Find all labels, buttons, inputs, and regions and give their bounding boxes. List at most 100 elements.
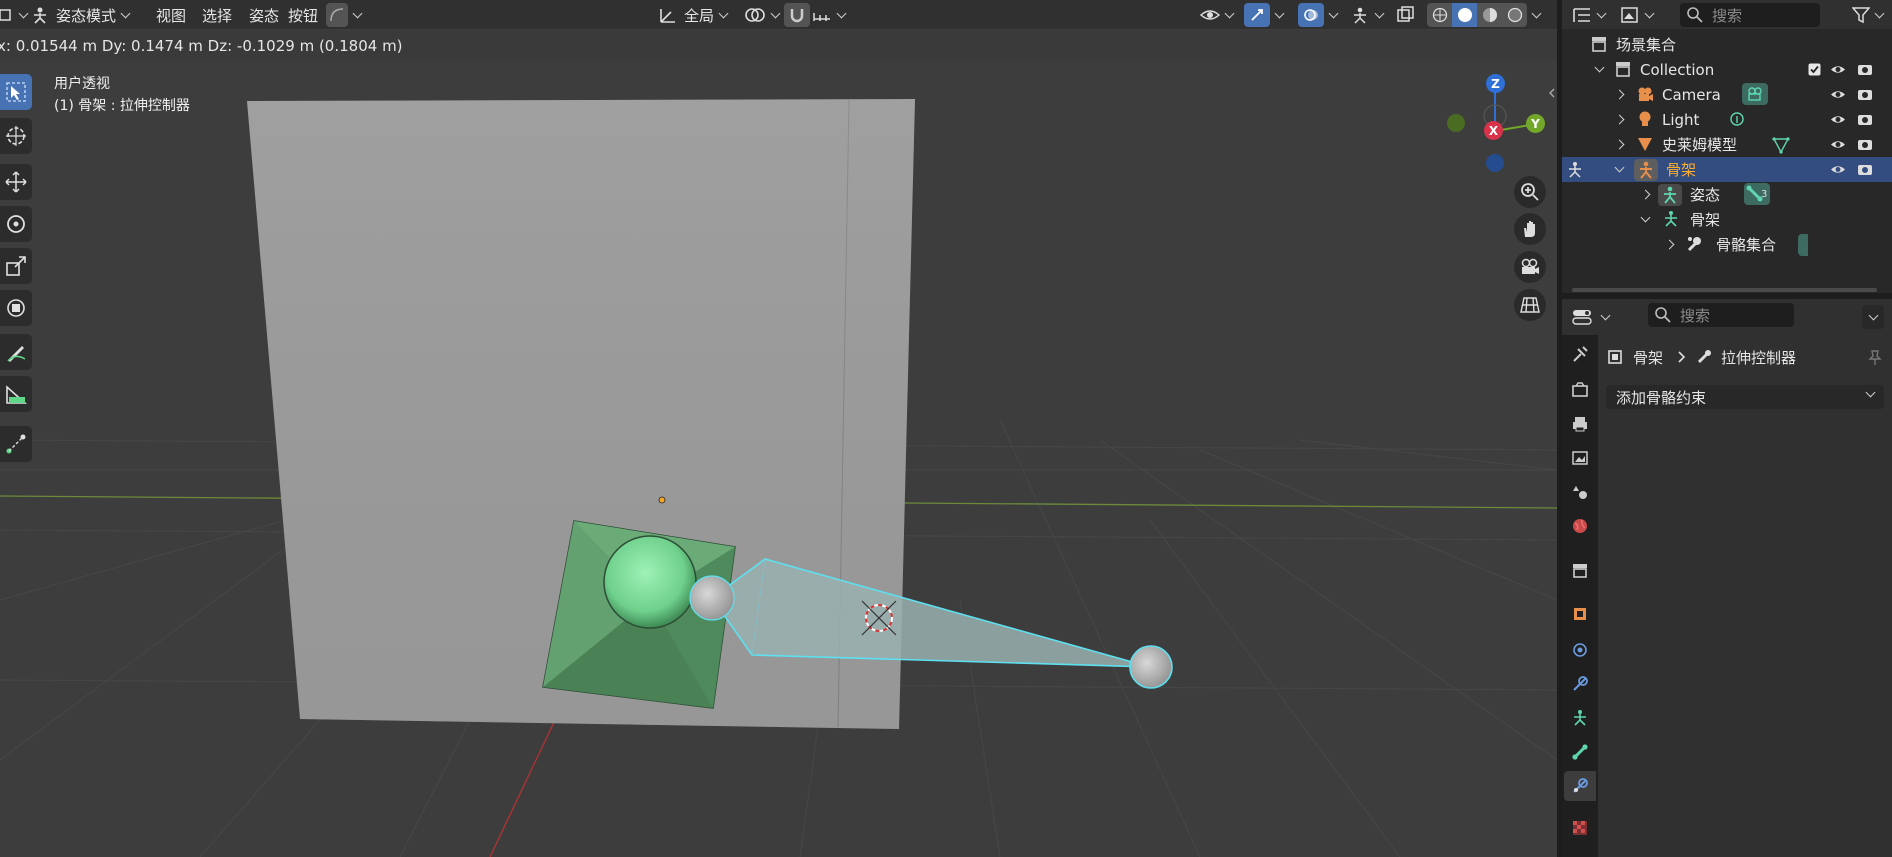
select-box-tool[interactable] [0,74,32,110]
rotate-tool[interactable] [0,206,32,242]
gizmo-neg-z-axis[interactable] [1486,154,1504,172]
outliner-search[interactable]: 搜索 [1680,3,1820,27]
visibility-eye-icon[interactable] [1830,139,1846,150]
outliner-editor-type[interactable] [1572,3,1607,27]
pin-icon[interactable] [1866,348,1884,366]
chevron-right-icon[interactable] [1614,89,1625,100]
outliner-row-collection[interactable]: Collection [1562,57,1892,82]
menu-button[interactable]: 按钮 [288,3,318,27]
chevron-down-icon[interactable] [1614,162,1625,173]
pan-button[interactable] [1514,213,1546,245]
display-mode-dropdown[interactable] [1620,3,1655,27]
tab-object-constraints[interactable] [1564,669,1596,699]
outliner-row-pose[interactable]: 姿态 3 [1562,182,1892,207]
mode-selector[interactable]: 姿态模式 [30,3,131,27]
cursor-tool[interactable] [0,118,32,154]
visibility-eye-icon[interactable] [1830,164,1846,175]
add-bone-constraint-dropdown[interactable]: 添加骨骼约束 [1606,385,1884,409]
gizmo-toggle[interactable] [1244,3,1285,27]
snap-target[interactable] [812,3,847,27]
visibility-popover[interactable] [1200,3,1235,27]
bone-envelope-tool[interactable] [0,426,32,462]
outliner-row-camera[interactable]: Camera [1562,82,1892,107]
tab-output[interactable] [1564,409,1596,439]
outliner-row-armature-data[interactable]: 骨架 [1562,207,1892,232]
menu-pose[interactable]: 姿态 [249,3,279,27]
menu-select[interactable]: 选择 [202,3,232,27]
properties-editor-type[interactable] [1572,305,1611,329]
pose-mode-indicator-icon[interactable] [1566,161,1584,179]
tab-tool[interactable] [1564,339,1596,369]
light-data-icon[interactable] [1728,111,1746,129]
overlays-toggle[interactable] [1298,3,1339,27]
chevron-right-icon[interactable] [1640,189,1651,200]
scale-tool[interactable] [0,248,32,284]
tab-modifiers[interactable] [1564,635,1596,665]
zoom-button[interactable] [1514,176,1546,208]
tab-collection[interactable] [1564,555,1596,585]
mesh-data-icon[interactable] [1772,136,1790,154]
bone-collection-badge[interactable] [1798,234,1808,256]
camera-data-icon[interactable] [1742,83,1768,105]
wireframe-shading-icon[interactable] [1427,3,1452,27]
render-camera-icon[interactable] [1857,137,1873,151]
outliner-row-armature[interactable]: 骨架 [1562,157,1892,182]
visibility-eye-icon[interactable] [1830,64,1846,75]
rendered-shading-icon[interactable] [1502,3,1527,27]
bone-overlay-toggle[interactable] [1350,3,1385,27]
transform-orientation[interactable]: 全局 [658,3,729,27]
chevron-down-icon[interactable] [1640,212,1651,223]
render-camera-icon[interactable] [1857,112,1873,126]
annotate-tool[interactable] [0,334,32,370]
tab-render[interactable] [1564,375,1596,405]
xray-toggle[interactable] [1396,3,1416,27]
collapse-sidebar-icon[interactable] [1548,84,1556,102]
visibility-eye-icon[interactable] [1830,89,1846,100]
checkbox-checked-icon[interactable] [1808,63,1821,76]
pivot-point[interactable] [744,3,781,27]
solid-shading-icon[interactable] [1452,3,1477,27]
tab-bone-constraints[interactable] [1564,771,1596,801]
visibility-eye-icon[interactable] [1830,114,1846,125]
shading-popover[interactable] [326,3,363,27]
outliner-row-slime-model[interactable]: 史莱姆模型 [1562,132,1892,157]
tab-scene[interactable] [1564,477,1596,507]
gizmo-x-axis[interactable]: X [1484,121,1503,140]
tab-world[interactable] [1564,511,1596,541]
properties-options-dropdown[interactable] [1862,305,1884,329]
3d-viewport[interactable]: 姿态模式 视图 选择 姿态 按钮 全局 x: 0.01544 m Dy: 0.1… [0,0,1557,857]
editor-type-button[interactable] [0,3,29,27]
outliner-filter[interactable] [1852,3,1885,27]
chevron-right-icon[interactable] [1614,114,1625,125]
render-camera-icon[interactable] [1857,87,1873,101]
measure-tool[interactable] [0,376,32,412]
render-camera-icon[interactable] [1857,62,1873,76]
gizmo-y-axis[interactable]: Y [1526,114,1545,133]
tab-texture[interactable] [1564,813,1596,843]
pose-bones-badge[interactable]: 3 [1744,183,1770,205]
gizmo-z-axis[interactable]: Z [1486,74,1505,93]
move-tool[interactable] [0,164,32,200]
search-icon [1655,307,1671,323]
snap-toggle[interactable] [784,3,810,27]
chevron-down-icon[interactable] [1594,62,1605,73]
gizmo-neg-y-axis[interactable] [1447,114,1465,132]
perspective-toggle-button[interactable] [1514,289,1546,321]
outliner-row-scene-collection[interactable]: 场景集合 [1562,32,1892,57]
menu-view[interactable]: 视图 [156,3,186,27]
outliner-row-light[interactable]: Light [1562,107,1892,132]
chevron-right-icon[interactable] [1614,139,1625,150]
tab-armature-data[interactable] [1564,703,1596,733]
chevron-right-icon[interactable] [1664,239,1675,250]
tab-bone[interactable] [1564,737,1596,767]
properties-search[interactable]: 搜索 [1648,303,1794,327]
outliner-row-bone-collections[interactable]: 骨骼集合 [1562,232,1892,257]
shading-modes[interactable] [1427,3,1542,27]
transform-tool[interactable] [0,290,32,326]
tab-object[interactable] [1564,599,1596,629]
tab-view-layer[interactable] [1564,443,1596,473]
camera-view-button[interactable] [1514,251,1546,283]
outliner-horizontal-scrollbar[interactable] [1572,288,1877,292]
render-camera-icon[interactable] [1857,162,1873,176]
material-shading-icon[interactable] [1477,3,1502,27]
